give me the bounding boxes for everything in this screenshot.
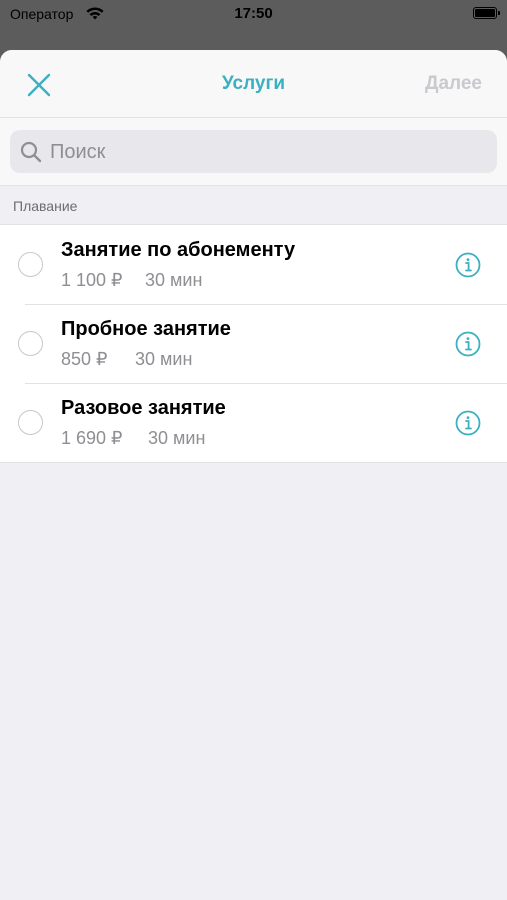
service-price: 850 ₽ <box>61 349 108 369</box>
service-duration: 30 мин <box>148 428 206 448</box>
clock: 17:50 <box>234 5 273 22</box>
status-bar: Оператор 17:50 <box>0 0 507 30</box>
search-input[interactable] <box>48 130 492 175</box>
info-icon[interactable] <box>455 331 481 357</box>
info-icon[interactable] <box>455 410 481 436</box>
search-field[interactable] <box>10 130 497 175</box>
service-price: 1 100 ₽ <box>61 270 123 290</box>
service-duration: 30 мин <box>145 270 203 290</box>
search-icon <box>20 141 42 163</box>
service-duration: 30 мин <box>135 349 193 369</box>
radio-button[interactable] <box>18 252 43 277</box>
navigation-bar: Услуги Далее <box>0 50 507 118</box>
radio-button[interactable] <box>18 331 43 356</box>
services-sheet: Услуги Далее Плавание Занятие по абонеме… <box>0 50 507 900</box>
radio-button[interactable] <box>18 410 43 435</box>
service-name: Пробное занятие <box>61 318 231 340</box>
service-price: 1 690 ₽ <box>61 428 123 448</box>
service-name: Разовое занятие <box>61 397 226 419</box>
service-row-trial[interactable]: Пробное занятие 850 ₽ 30 мин <box>0 304 507 383</box>
next-button[interactable]: Далее <box>425 73 482 95</box>
info-icon[interactable] <box>455 252 481 278</box>
services-list: Занятие по абонементу 1 100 ₽ 30 мин Про… <box>0 224 507 463</box>
service-row-single[interactable]: Разовое занятие 1 690 ₽ 30 мин <box>0 383 507 462</box>
service-row-subscription[interactable]: Занятие по абонементу 1 100 ₽ 30 мин <box>0 225 507 304</box>
section-header-swimming: Плавание <box>13 198 78 214</box>
search-bar <box>0 118 507 186</box>
service-name: Занятие по абонементу <box>61 239 296 261</box>
battery-icon <box>473 7 500 19</box>
